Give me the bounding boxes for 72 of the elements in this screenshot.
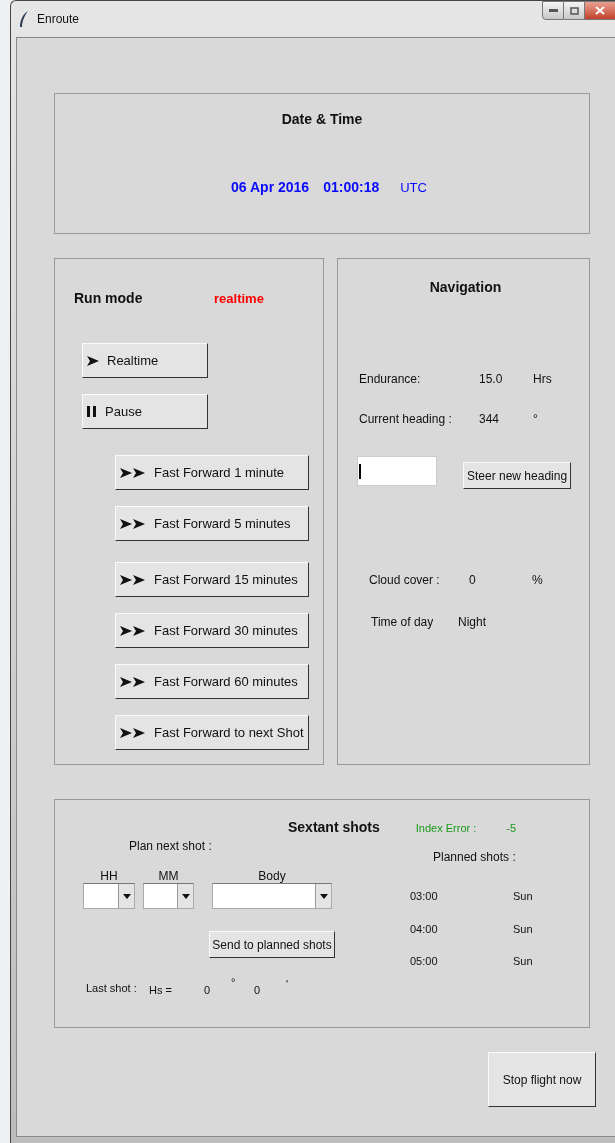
caret-icon: [181, 893, 190, 899]
fast-forward-icon: [120, 726, 146, 739]
fast-forward-icon: [120, 517, 146, 530]
fast-forward-button[interactable]: Fast Forward to next Shot: [115, 715, 309, 750]
fast-forward-button[interactable]: Fast Forward 5 minutes: [115, 506, 309, 541]
realtime-button[interactable]: Realtime: [82, 343, 208, 378]
dropdown-field[interactable]: [212, 883, 332, 909]
minute-sign: ': [286, 977, 289, 992]
field-label: HH: [100, 869, 118, 883]
last-shot-label: Last shot :: [86, 981, 138, 996]
field-value: 0: [469, 572, 477, 589]
steer-heading-button[interactable]: Steer new heading: [463, 462, 572, 489]
run-mode-value: realtime: [214, 290, 264, 308]
stop-flight-button[interactable]: Stop flight now: [488, 1052, 596, 1107]
field-label: MM: [158, 869, 179, 883]
shot-time: 05:00: [410, 954, 439, 969]
caret-icon: [122, 893, 131, 899]
panel-title: Navigation: [429, 278, 502, 297]
fast-forward-icon: [120, 624, 146, 637]
play-icon: [87, 354, 99, 367]
plan-label: Plan next shot :: [129, 838, 213, 855]
degrees-value: 0: [204, 983, 212, 998]
caret-icon: [319, 893, 328, 899]
maximize-button[interactable]: [564, 1, 585, 20]
unit-label: °: [533, 411, 538, 428]
close-icon: [595, 6, 605, 15]
minimize-icon: [548, 9, 558, 12]
date-value: 06 Apr 2016: [231, 178, 310, 197]
field-label: Current heading :: [359, 411, 453, 428]
window-title: Enroute: [37, 11, 80, 28]
fast-forward-button[interactable]: Fast Forward 1 minute: [115, 455, 309, 490]
pause-icon: [87, 406, 97, 417]
panel-title: Date & Time: [281, 110, 363, 129]
maximize-icon: [569, 6, 579, 15]
timezone-label: UTC: [400, 179, 427, 197]
field-value: 15.0: [479, 371, 504, 388]
minutes-value: 0: [254, 983, 262, 998]
close-button[interactable]: [585, 1, 615, 20]
shot-time: 04:00: [410, 921, 439, 937]
field-value: 344: [479, 411, 501, 428]
hs-label: Hs =: [149, 983, 173, 998]
dropdown-field[interactable]: [83, 883, 135, 909]
fast-forward-button[interactable]: Fast Forward 30 minutes: [115, 613, 309, 648]
field-label: Endurance:: [359, 371, 422, 388]
shot-body: Sun: [513, 921, 533, 937]
minimize-button[interactable]: [542, 1, 564, 20]
shot-body: Sun: [513, 954, 533, 969]
field-label: Body: [258, 869, 286, 883]
shot-body: Sun: [513, 889, 533, 904]
field-label: Cloud cover :: [369, 572, 441, 589]
unit-label: %: [532, 572, 543, 589]
pause-button[interactable]: Pause: [82, 394, 208, 429]
panel-title: Sextant shots: [288, 818, 380, 837]
run-mode-label: Run mode: [74, 289, 144, 308]
shot-time: 03:00: [410, 889, 439, 904]
heading-input[interactable]: [357, 456, 437, 486]
index-error-label: Index Error :: [415, 821, 477, 836]
time-value: 01:00:18: [323, 178, 380, 197]
fast-forward-button[interactable]: Fast Forward 60 minutes: [115, 664, 309, 699]
field-value: Night: [458, 614, 487, 631]
fast-forward-icon: [120, 675, 146, 688]
feather-icon: [19, 11, 29, 27]
degree-sign: °: [231, 975, 237, 990]
index-error-value: -5: [506, 821, 517, 836]
unit-label: Hrs: [533, 371, 552, 388]
fast-forward-button[interactable]: Fast Forward 15 minutes: [115, 562, 309, 597]
send-button[interactable]: Send to planned shots: [209, 931, 335, 958]
fast-forward-icon: [120, 466, 146, 479]
field-label: Time of day: [371, 614, 435, 631]
dropdown-field[interactable]: [143, 883, 194, 909]
fast-forward-icon: [120, 573, 146, 586]
planned-shots-label: Planned shots :: [433, 849, 517, 866]
